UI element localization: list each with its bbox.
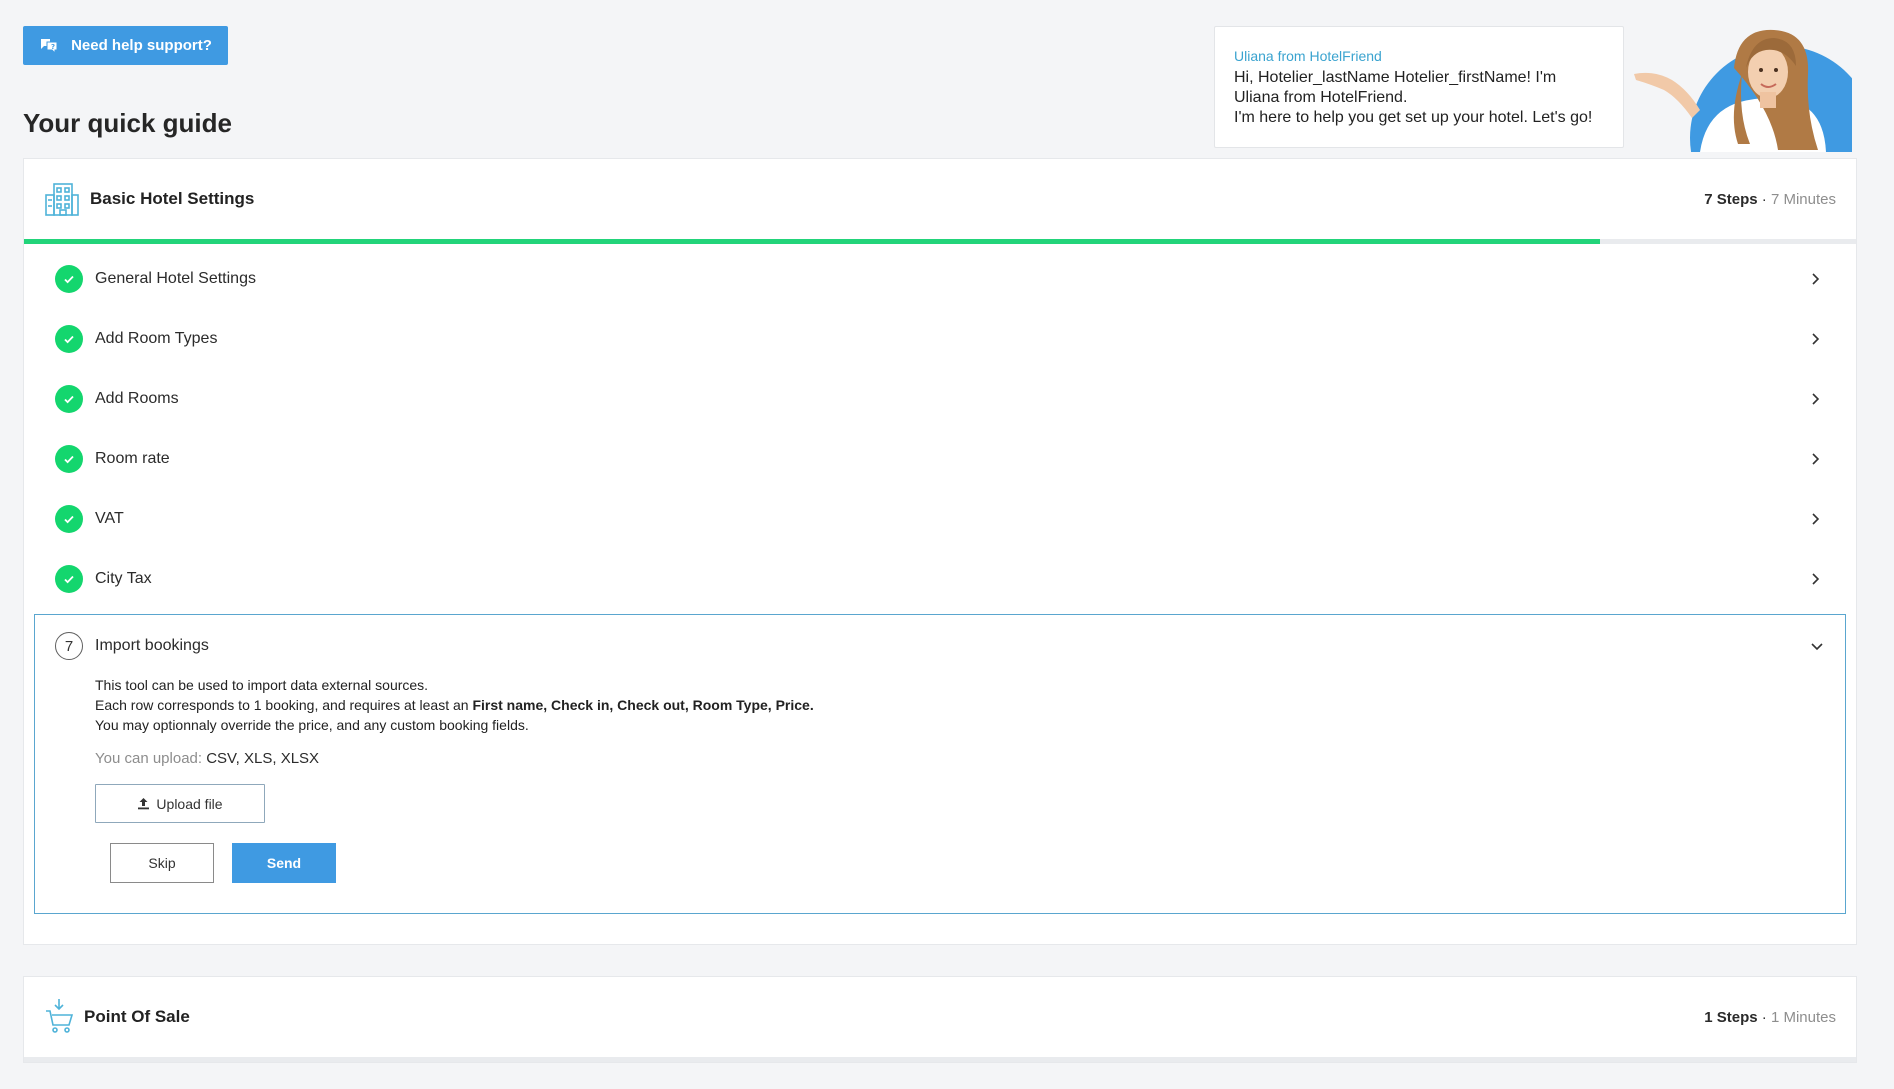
upload-file-label: Upload file — [156, 795, 223, 812]
assistant-chat-bubble: Uliana from HotelFriend Hi, Hotelier_las… — [1214, 26, 1624, 148]
step-label: Import bookings — [95, 637, 209, 654]
page-title: Your quick guide — [23, 108, 232, 138]
steps-count: 1 Steps — [1704, 1008, 1758, 1026]
minutes-estimate: 1 Minutes — [1770, 1008, 1836, 1026]
building-icon — [45, 183, 79, 216]
upload-formats: CSV, XLS, XLSX — [206, 750, 320, 767]
step-add-room-types[interactable]: Add Room Types — [24, 309, 1856, 369]
import-requirements-prefix: Each row corresponds to 1 booking, and r… — [95, 697, 473, 713]
svg-text:?: ? — [51, 43, 55, 51]
chat-sender: Uliana from HotelFriend — [1234, 48, 1382, 64]
progress-bar-fill — [24, 239, 1600, 244]
chevron-right-icon — [1812, 513, 1820, 525]
import-required-fields: First name, Check in, Check out, Room Ty… — [472, 697, 814, 713]
point-of-sale-section: Point Of Sale 1 Steps · 1 Minutes — [23, 976, 1857, 1063]
steps-count: 7 Steps — [1704, 190, 1758, 208]
help-support-label: Need help support? — [71, 37, 212, 54]
point-of-sale-header[interactable]: Point Of Sale 1 Steps · 1 Minutes — [24, 977, 1856, 1057]
step-import-bookings-expanded: 7 Import bookings This tool can be used … — [34, 614, 1846, 914]
check-icon — [55, 445, 83, 473]
check-icon — [55, 325, 83, 353]
chat-line: Hi, Hotelier_lastName Hotelier_firstName… — [1234, 69, 1557, 86]
chevron-right-icon — [1812, 333, 1820, 345]
step-label: Room rate — [95, 450, 170, 467]
step-number: 7 — [55, 632, 83, 660]
assistant-avatar — [1630, 28, 1852, 152]
meta-separator: · — [1757, 1008, 1771, 1026]
upload-formats-note: You can upload: CSV, XLS, XLSX — [95, 750, 1825, 767]
basic-hotel-settings-header[interactable]: Basic Hotel Settings 7 Steps · 7 Minutes — [24, 159, 1856, 239]
step-vat[interactable]: VAT — [24, 489, 1856, 549]
help-support-button[interactable]: ? Need help support? — [23, 26, 228, 65]
minutes-estimate: 7 Minutes — [1770, 190, 1836, 208]
section-meta: 7 Steps · 7 Minutes — [1704, 191, 1836, 208]
progress-bar — [24, 1057, 1856, 1062]
step-label: Add Rooms — [95, 390, 179, 407]
section-title: Basic Hotel Settings — [90, 189, 255, 208]
progress-bar — [24, 239, 1856, 244]
step-city-tax[interactable]: City Tax — [24, 549, 1856, 609]
upload-formats-label: You can upload: — [95, 750, 207, 767]
check-icon — [55, 265, 83, 293]
import-bookings-body: This tool can be used to import data ext… — [55, 661, 1825, 823]
section-meta: 1 Steps · 1 Minutes — [1704, 1009, 1836, 1026]
import-description-line: You may optionnaly override the price, a… — [95, 717, 529, 733]
chat-question-icon: ? — [41, 38, 58, 54]
import-description-line: Each row corresponds to 1 booking, and r… — [95, 695, 1825, 715]
upload-icon — [138, 798, 150, 810]
section-title: Point Of Sale — [84, 1007, 190, 1026]
step-general-hotel-settings[interactable]: General Hotel Settings — [24, 249, 1856, 309]
chat-line: Uliana from HotelFriend. — [1234, 89, 1408, 106]
step-import-bookings[interactable]: 7 Import bookings — [55, 631, 1825, 661]
chevron-right-icon — [1812, 573, 1820, 585]
meta-separator: · — [1757, 190, 1771, 208]
check-icon — [55, 565, 83, 593]
send-button[interactable]: Send — [232, 843, 336, 883]
check-icon — [55, 505, 83, 533]
step-add-rooms[interactable]: Add Rooms — [24, 369, 1856, 429]
chevron-right-icon — [1812, 273, 1820, 285]
upload-file-button[interactable]: Upload file — [95, 784, 265, 823]
chevron-right-icon — [1812, 393, 1820, 405]
chevron-right-icon — [1812, 453, 1820, 465]
step-label: General Hotel Settings — [95, 270, 256, 287]
import-description-line: This tool can be used to import data ext… — [95, 677, 429, 693]
skip-button[interactable]: Skip — [110, 843, 214, 883]
step-label: Add Room Types — [95, 330, 218, 347]
step-room-rate[interactable]: Room rate — [24, 429, 1856, 489]
step-actions: Skip Send — [70, 843, 1825, 883]
chevron-down-icon — [1811, 643, 1823, 651]
chat-line: I'm here to help you get set up your hot… — [1234, 109, 1593, 126]
step-label: City Tax — [95, 570, 152, 587]
step-label: VAT — [95, 510, 124, 527]
step-list: General Hotel Settings Add Room Types Ad… — [24, 244, 1856, 914]
check-icon — [55, 385, 83, 413]
basic-hotel-settings-section: Basic Hotel Settings 7 Steps · 7 Minutes… — [23, 158, 1857, 945]
cart-icon — [46, 999, 74, 1033]
